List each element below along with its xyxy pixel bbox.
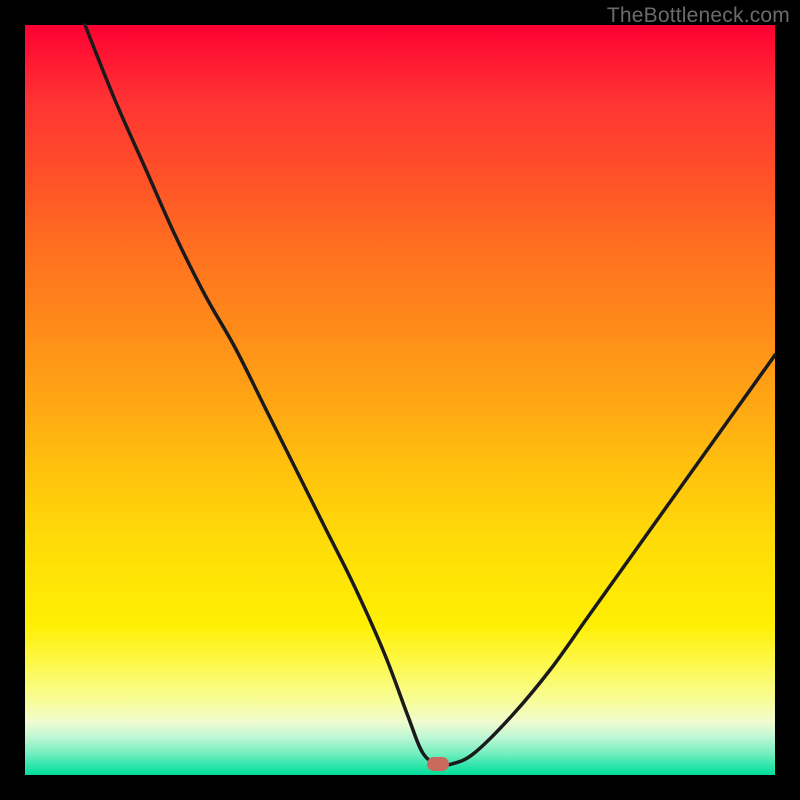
plot-area bbox=[25, 25, 775, 775]
watermark-text: TheBottleneck.com bbox=[607, 4, 790, 28]
optimal-point-marker bbox=[427, 757, 449, 771]
bottleneck-curve bbox=[25, 25, 775, 775]
chart-frame: TheBottleneck.com bbox=[0, 0, 800, 800]
